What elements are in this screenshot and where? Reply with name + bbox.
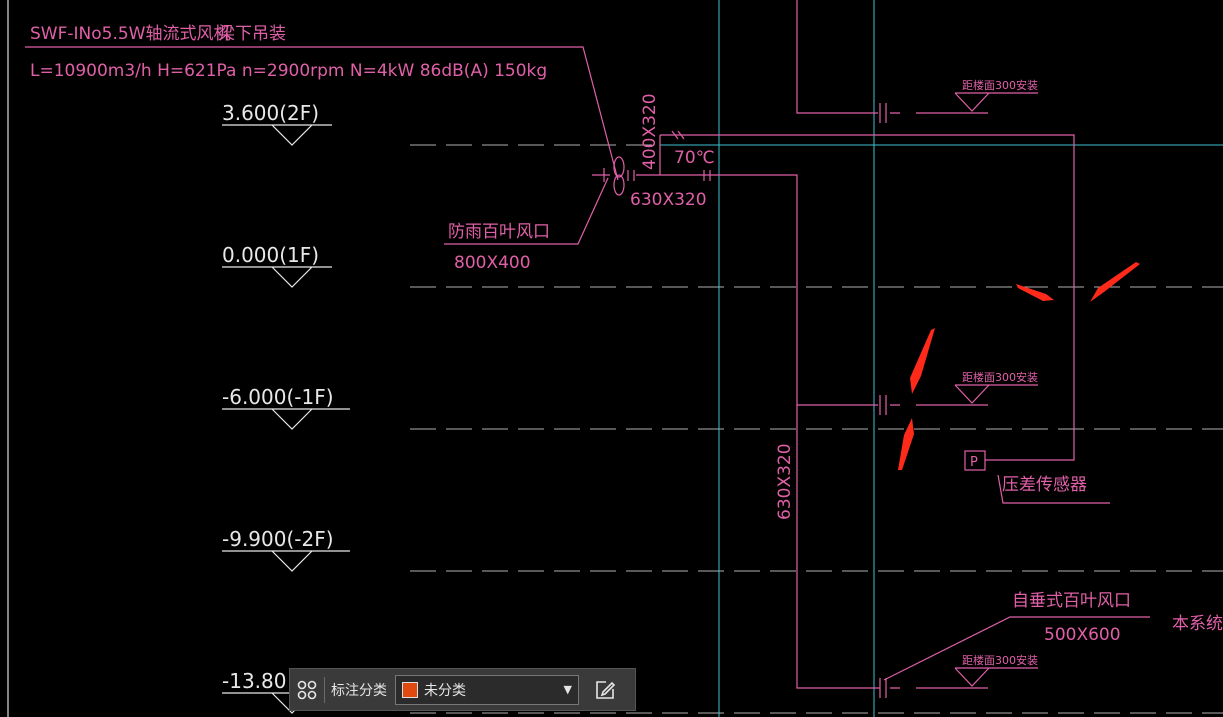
damper-temp-label: 70℃ — [674, 148, 715, 168]
level-label-b2: -9.900(-2F) — [222, 527, 334, 551]
terminal-top — [879, 103, 988, 123]
terminal-tri-1 — [954, 92, 1038, 112]
level-markers — [222, 124, 350, 714]
chevron-down-icon: ▼ — [563, 683, 572, 696]
level-marker-b2 — [222, 550, 350, 572]
level-marker-1f — [222, 266, 332, 288]
grid-icon[interactable] — [290, 669, 324, 710]
level-label-2f: 3.600(2F) — [222, 101, 319, 125]
fan-blade-bottom — [613, 174, 625, 196]
annotation-category-label: 标注分类 — [331, 682, 387, 699]
terminal-mid — [879, 395, 988, 415]
main-riser — [636, 174, 880, 689]
category-color-swatch — [402, 681, 418, 698]
terminal-bottom — [879, 678, 988, 698]
level-marker-2f — [222, 124, 332, 146]
terminal-tri-2 — [954, 384, 1038, 404]
terminal-label-3: 距楼面300安装 — [962, 653, 1038, 667]
fan-title: SWF-INo5.5W轴流式风机 — [30, 24, 231, 44]
riser-size-label: 630X320 — [775, 443, 795, 520]
arrow-3 — [910, 328, 935, 394]
cad-drawing: 3.600(2F) 0.000(1F) -6.000(-1F) -9.900(-… — [7, 0, 1223, 717]
gravity-louver-size: 500X600 — [1044, 625, 1121, 645]
level-label-b3: -13.80 — [222, 669, 286, 693]
arrow-4 — [898, 418, 914, 470]
louver-size: 800X400 — [454, 253, 531, 273]
red-arrows — [898, 262, 1140, 470]
fan-mount: 梁下吊装 — [218, 24, 286, 44]
louver-label: 防雨百叶风口 — [448, 222, 550, 242]
sensor-label: 压差传感器 — [1002, 475, 1087, 495]
fan-flange — [627, 170, 635, 181]
category-select[interactable]: 未分类 ▼ — [395, 674, 579, 705]
outlet-size-label: 630X320 — [630, 190, 707, 210]
fan-blade-top — [613, 156, 625, 178]
level-label-b1: -6.000(-1F) — [222, 385, 334, 409]
terminal-tri-3 — [954, 667, 1038, 687]
top-branch — [796, 0, 878, 114]
vertical-duct-label: 400X320 — [640, 93, 660, 170]
arrow-2 — [1090, 262, 1140, 302]
annotation-toolbar: 标注分类 未分类 ▼ — [289, 668, 636, 711]
level-label-1f: 0.000(1F) — [222, 243, 319, 267]
terminal-label-2: 距楼面300安装 — [962, 370, 1038, 384]
level-marker-b1 — [222, 408, 350, 430]
terminal-label-1: 距楼面300安装 — [962, 78, 1038, 92]
system-note: 本系统共2 — [1172, 614, 1223, 634]
sensor-symbol: P — [970, 455, 978, 470]
upper-branch — [660, 134, 1075, 461]
edit-icon[interactable] — [585, 669, 625, 710]
fan-params: L=10900m3/h H=621Pa n=2900rpm N=4kW 86dB… — [30, 61, 547, 81]
category-select-value: 未分类 — [424, 682, 466, 699]
gravity-louver-label: 自垂式百叶风口 — [1012, 591, 1131, 611]
